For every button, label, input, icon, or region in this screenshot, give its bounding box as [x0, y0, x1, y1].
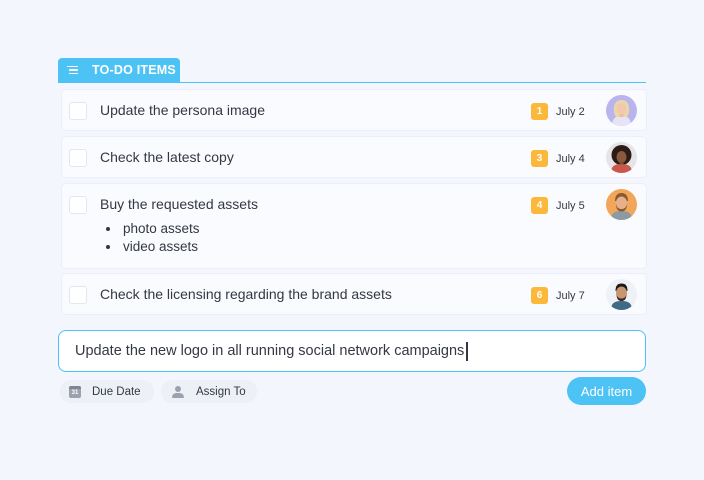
- user-icon: [172, 385, 184, 398]
- task-row: Check the latest copy 3 July 4: [62, 137, 646, 177]
- task-row: Buy the requested assets photo assets vi…: [62, 184, 646, 268]
- task-checkbox[interactable]: [69, 149, 87, 167]
- avatar[interactable]: [606, 279, 637, 310]
- task-checkbox[interactable]: [69, 196, 87, 214]
- priority-badge: 6: [531, 287, 548, 304]
- subtask-item: photo assets: [121, 220, 200, 238]
- avatar[interactable]: [606, 189, 637, 220]
- add-item-button[interactable]: Add item: [567, 377, 646, 405]
- calendar-icon: 31: [69, 385, 81, 398]
- due-date: July 2: [556, 106, 585, 118]
- task-text: Buy the requested assets: [100, 196, 258, 212]
- due-date-button[interactable]: 31 Due Date: [60, 380, 154, 403]
- due-date: July 4: [556, 153, 585, 165]
- assign-to-button[interactable]: Assign To: [161, 380, 257, 403]
- avatar[interactable]: [606, 142, 637, 173]
- tab-bar: TO-DO ITEMS: [58, 58, 646, 83]
- due-date-label: Due Date: [92, 385, 141, 398]
- new-item-text: Update the new logo in all running socia…: [75, 343, 465, 359]
- task-checkbox[interactable]: [69, 286, 87, 304]
- tab-todo-items[interactable]: TO-DO ITEMS: [58, 58, 180, 82]
- todo-panel: TO-DO ITEMS Update the persona image 1 J…: [58, 58, 646, 314]
- tab-label: TO-DO ITEMS: [92, 63, 176, 77]
- due-date: July 7: [556, 290, 585, 302]
- text-cursor: [466, 341, 468, 361]
- task-text: Check the latest copy: [100, 149, 234, 165]
- new-item-input[interactable]: Update the new logo in all running socia…: [58, 330, 646, 372]
- task-row: Check the licensing regarding the brand …: [62, 274, 646, 314]
- task-row: Update the persona image 1 July 2: [62, 90, 646, 130]
- priority-badge: 3: [531, 150, 548, 167]
- task-text: Update the persona image: [100, 102, 265, 118]
- due-date: July 5: [556, 200, 585, 212]
- assign-to-label: Assign To: [196, 385, 246, 398]
- subtask-list: photo assets video assets: [110, 220, 200, 256]
- priority-badge: 4: [531, 197, 548, 214]
- list-icon: [67, 65, 81, 75]
- task-checkbox[interactable]: [69, 102, 87, 120]
- subtask-item: video assets: [121, 238, 200, 256]
- priority-badge: 1: [531, 103, 548, 120]
- task-text: Check the licensing regarding the brand …: [100, 286, 392, 302]
- avatar[interactable]: [606, 95, 637, 126]
